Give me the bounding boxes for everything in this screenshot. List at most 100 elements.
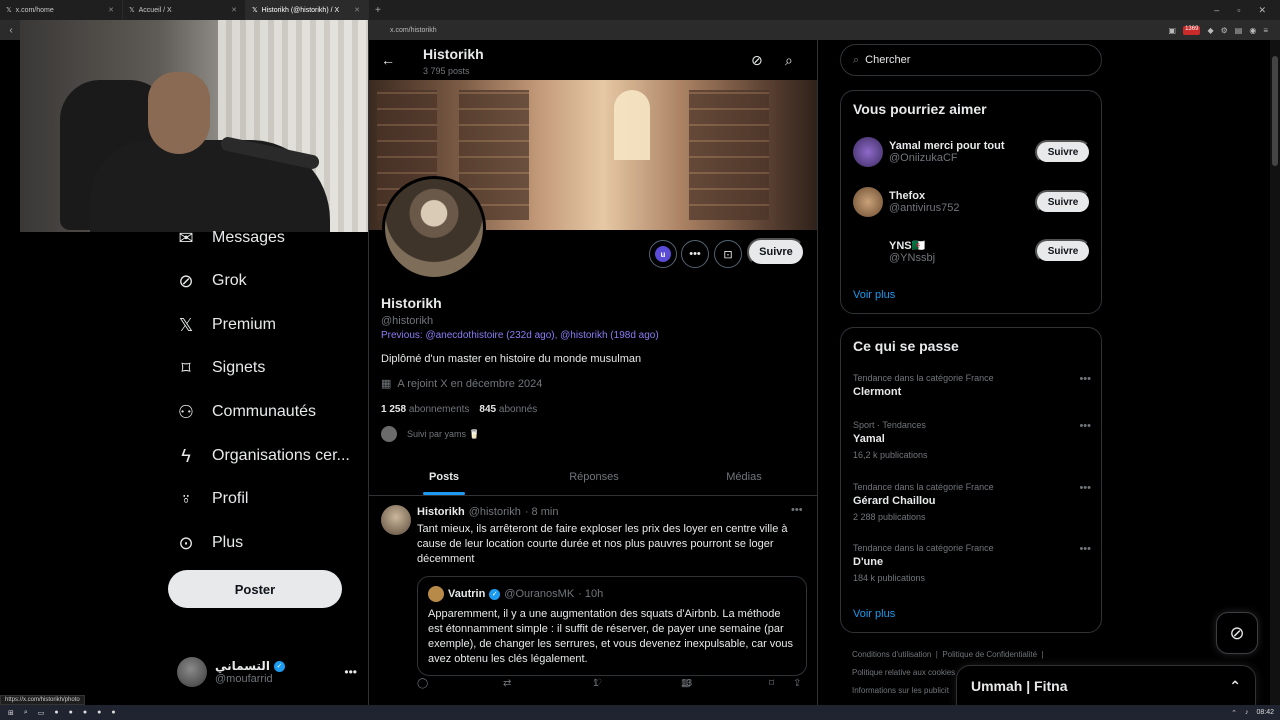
nav-item-premium[interactable]: 𝕏 Premium	[176, 315, 276, 335]
nav-item-messages[interactable]: ✉ Messages	[176, 228, 284, 248]
followed-by[interactable]: Suivi par yams 🥛	[381, 426, 480, 442]
new-tab-icon[interactable]: +	[375, 5, 381, 16]
extensions-bar: ▣ 1369 ◆ ⚙ ▤ ◉ ≡	[1169, 25, 1280, 35]
back-arrow-icon[interactable]: ←	[381, 52, 395, 68]
follow-button[interactable]: Suivre	[1035, 140, 1091, 164]
share-icon: ⇪	[793, 677, 802, 689]
sidebar-icon[interactable]: ▤	[1235, 26, 1243, 35]
search-icon[interactable]: ⌕	[785, 52, 793, 69]
previous-handles[interactable]: Previous: @anecdothistoire (232d ago), @…	[381, 330, 659, 341]
nav-item-more[interactable]: ⊙ Plus	[176, 533, 243, 553]
follow-stats: 1 258 abonnements 845 abonnés	[381, 404, 537, 415]
terms-link[interactable]: Conditions d'utilisation	[852, 650, 931, 659]
nav-item-grok[interactable]: ⊘ Grok	[176, 271, 246, 291]
show-more-link[interactable]: Voir plus	[853, 289, 895, 301]
extension-icon[interactable]: ▣	[1169, 26, 1177, 35]
browser-tab[interactable]: 𝕏x.com/home ✕	[0, 0, 123, 20]
nav-item-bookmarks[interactable]: ⌑ Signets	[176, 358, 265, 378]
show-more-link[interactable]: Voir plus	[853, 608, 895, 620]
profile-bio: Diplômé d'un master en histoire du monde…	[381, 353, 642, 365]
main-column: ← Historikh 3 795 posts ⊘ ⌕ u ••• ⊡ Suiv…	[368, 40, 818, 705]
search-input[interactable]: Chercher	[865, 54, 910, 66]
cookies-link[interactable]: Politique relative aux cookies	[852, 668, 955, 677]
account-switcher[interactable]: التسماني ✓ @moufarrid •••	[177, 656, 357, 688]
webcam-overlay	[20, 20, 368, 232]
grok-icon[interactable]: ⊘	[751, 52, 763, 69]
privacy-link[interactable]: Politique de Confidentialité	[942, 650, 1037, 659]
messages-drawer[interactable]: Ummah | Fitna ⌃	[956, 665, 1256, 707]
more-dots-icon[interactable]: •••	[1079, 482, 1091, 494]
post-button[interactable]: Poster	[168, 570, 342, 608]
account-info: التسماني ✓ @moufarrid	[215, 659, 285, 685]
taskview-icon[interactable]: ▭	[38, 709, 45, 717]
suggestion-item[interactable]: YNS🇩🇿 @YNssbj Suivre	[853, 234, 1091, 268]
follow-button[interactable]: Suivre	[1035, 239, 1091, 263]
tab-posts[interactable]: Posts	[369, 458, 519, 495]
search-icon[interactable]: ⌕	[24, 709, 28, 717]
suggestion-item[interactable]: Thefox @antivirus752 Suivre	[853, 185, 1091, 219]
app-icon[interactable]: ●	[69, 709, 73, 717]
scrollbar-thumb[interactable]	[1272, 56, 1278, 166]
tweet[interactable]: Historikh @historikh · 8 min ••• Tant mi…	[369, 497, 817, 705]
more-options-button[interactable]: •••	[681, 240, 709, 268]
lightning-icon: ϟ	[181, 445, 191, 466]
more-dots-icon[interactable]: •••	[1079, 420, 1091, 432]
ads-link[interactable]: Informations sur les publicit	[852, 686, 949, 695]
more-dots-icon[interactable]: •••	[1079, 543, 1091, 555]
search-box[interactable]: ⌕ Chercher	[840, 44, 1102, 76]
more-dots-icon[interactable]: •••	[1079, 373, 1091, 385]
grok-floating-button[interactable]: ⊘	[1216, 612, 1258, 654]
following-link[interactable]: 1 258 abonnements	[381, 404, 469, 415]
reply-icon: ◯	[417, 677, 429, 689]
extension-icon[interactable]: ⚙	[1221, 26, 1228, 35]
browser-tab[interactable]: 𝕏 Accueil / X ✕	[123, 0, 246, 20]
url-field[interactable]: x.com/historikh	[390, 27, 437, 34]
more-dots-icon[interactable]: •••	[791, 504, 803, 516]
close-window-icon[interactable]: ✕	[1258, 5, 1266, 16]
page-scrollbar[interactable]	[1270, 40, 1280, 705]
extension-icon[interactable]: ◆	[1207, 26, 1213, 35]
quoted-tweet[interactable]: Vautrin ✓ @OuranosMK · 10h Apparemment, …	[417, 576, 807, 676]
volume-icon[interactable]: ♪	[1245, 709, 1249, 717]
nav-item-organizations[interactable]: ϟ Organisations cer...	[176, 446, 350, 466]
trend-item[interactable]: Tendance dans la catégorie France D'une …	[853, 543, 1091, 583]
avatar[interactable]	[381, 505, 411, 535]
calendar-icon: ▦	[381, 378, 392, 390]
suggestion-item[interactable]: Yamal merci pour tout @OniizukaCF Suivre	[853, 135, 1091, 169]
nav-item-profile[interactable]: ⍤ Profil	[176, 489, 249, 509]
avatar	[381, 426, 397, 442]
premium-badge-button[interactable]: u	[649, 240, 677, 268]
chevron-up-icon[interactable]: ⌃	[1229, 678, 1241, 695]
followers-link[interactable]: 845 abonnés	[479, 404, 537, 415]
trend-item[interactable]: Tendance dans la catégorie France Clermo…	[853, 373, 1091, 398]
windows-start-icon[interactable]: ⊞	[8, 709, 14, 717]
browser-tab-active[interactable]: 𝕏 Historikh (@historikh) / X ✕	[246, 0, 369, 20]
follow-button[interactable]: Suivre	[1035, 190, 1091, 214]
app-icon[interactable]: ●	[83, 709, 87, 717]
post-count: 3 795 posts	[423, 66, 470, 76]
extension-badge[interactable]: 1369	[1183, 25, 1201, 35]
profile-avatar[interactable]	[382, 176, 486, 280]
app-icon[interactable]: ●	[111, 709, 115, 717]
nav-item-communities[interactable]: ⚇ Communautés	[176, 402, 316, 422]
menu-icon[interactable]: ≡	[1263, 26, 1268, 35]
profile-icon[interactable]: ◉	[1249, 26, 1256, 35]
gift-icon: ⊡	[723, 248, 733, 261]
close-tab-icon[interactable]: ✕	[108, 6, 114, 14]
gift-button[interactable]: ⊡	[714, 240, 742, 268]
clock[interactable]: 08:42	[1256, 709, 1274, 717]
app-icon[interactable]: ●	[54, 709, 58, 717]
trend-item[interactable]: Sport · Tendances Yamal 16,2 k publicati…	[853, 420, 1091, 460]
close-tab-icon[interactable]: ✕	[354, 6, 360, 14]
app-icon[interactable]: ●	[97, 709, 101, 717]
chevron-up-icon[interactable]: ⌃	[1231, 709, 1237, 717]
maximize-icon[interactable]: ▫	[1237, 5, 1240, 16]
tab-media[interactable]: Médias	[669, 458, 817, 495]
trend-item[interactable]: Tendance dans la catégorie France Gérard…	[853, 482, 1091, 522]
more-dots-icon[interactable]: •••	[344, 665, 357, 679]
tab-replies[interactable]: Réponses	[519, 458, 669, 495]
browser-back-icon[interactable]: ‹	[0, 25, 22, 36]
follow-button[interactable]: Suivre	[747, 238, 805, 266]
close-tab-icon[interactable]: ✕	[231, 6, 237, 14]
minimize-icon[interactable]: –	[1214, 5, 1219, 16]
